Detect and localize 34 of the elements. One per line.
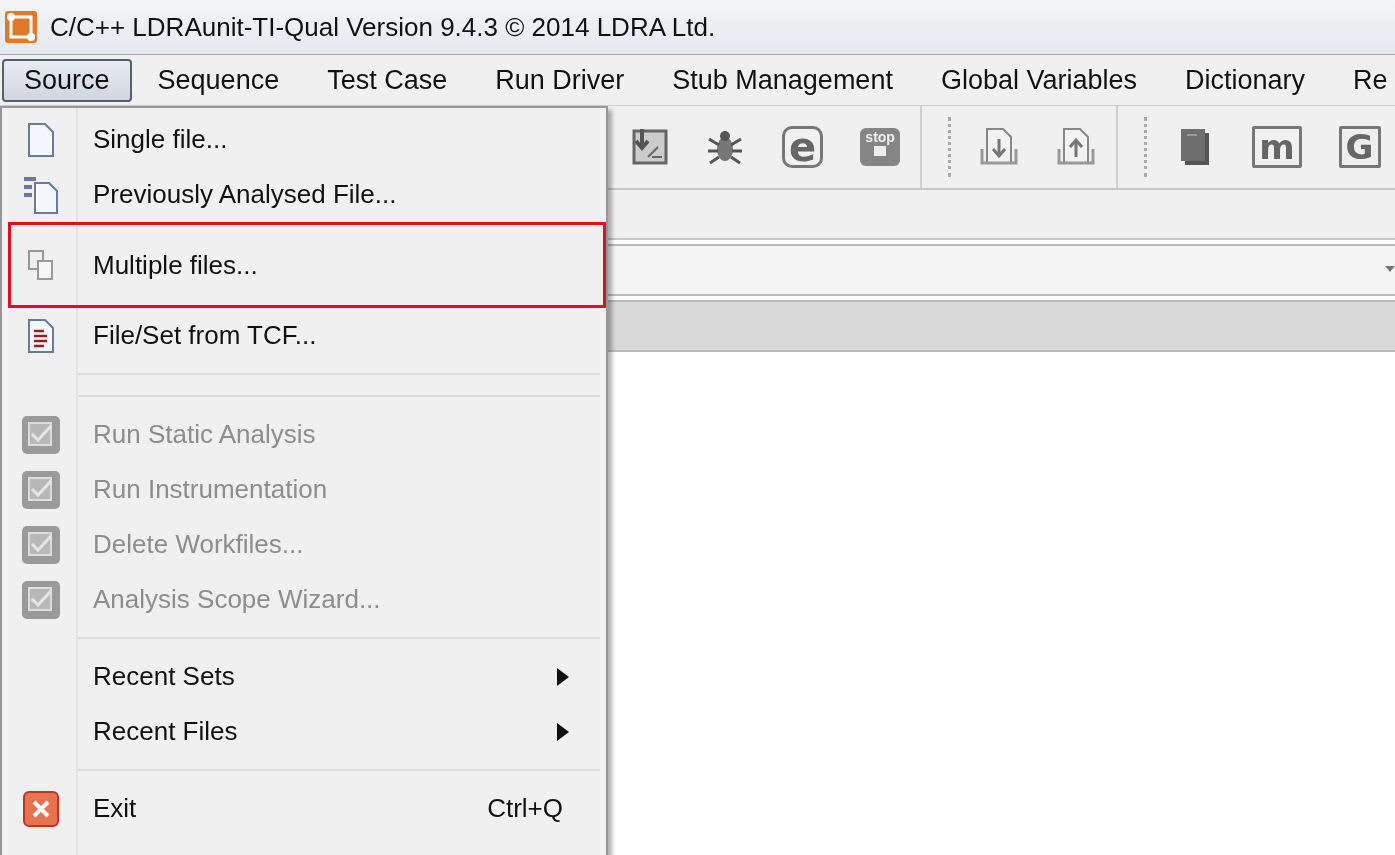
page-icon [27,122,55,157]
menu-item[interactable]: File/Set from TCF... [2,308,606,363]
copy-icon [27,249,55,281]
submenu-arrow-icon [557,722,569,741]
letter-icon[interactable]: e [782,126,824,168]
menu-item[interactable]: Exit Ctrl+Q [2,781,606,836]
document-icon [27,318,55,353]
download-icon [979,127,1020,167]
app-icon [4,10,38,44]
menu-item[interactable]: Test Case [305,58,470,102]
menu-item[interactable]: Previously Analysed File... [2,167,606,222]
submenu-arrow-icon [557,667,569,686]
menu-item[interactable]: Sequence [135,58,302,102]
close-icon [23,790,59,827]
menu-item[interactable]: Dictionary [1163,58,1328,102]
highlighted-menu-item[interactable]: Multiple files... [8,222,606,308]
dropdown-arrow-icon [1385,266,1395,274]
menu-item[interactable]: Single file... [2,112,606,167]
documents-icon [23,174,59,215]
letter-icon[interactable]: m [1252,126,1302,168]
menu-item[interactable]: Source [2,58,132,102]
checkbox-icon [21,469,61,510]
menu-item[interactable]: Run Driver [473,58,647,102]
checkbox-icon [21,579,61,620]
menu-item[interactable]: Recent Sets [2,649,606,704]
letter-icon[interactable]: G [1338,126,1381,168]
checkbox-icon [21,414,61,455]
window-title: C/C++ LDRAunit-TI-Qual Version 9.4.3 © 2014 LDRA Ltd. [50,11,716,43]
upload-icon [1056,127,1097,167]
menu-item[interactable]: Global Variables [918,58,1159,102]
menu-item[interactable]: Re [1331,58,1395,102]
menu-item[interactable]: Stub Management [650,58,915,102]
menu-item[interactable]: Recent Files [2,704,606,759]
checkbox-icon [21,524,61,565]
